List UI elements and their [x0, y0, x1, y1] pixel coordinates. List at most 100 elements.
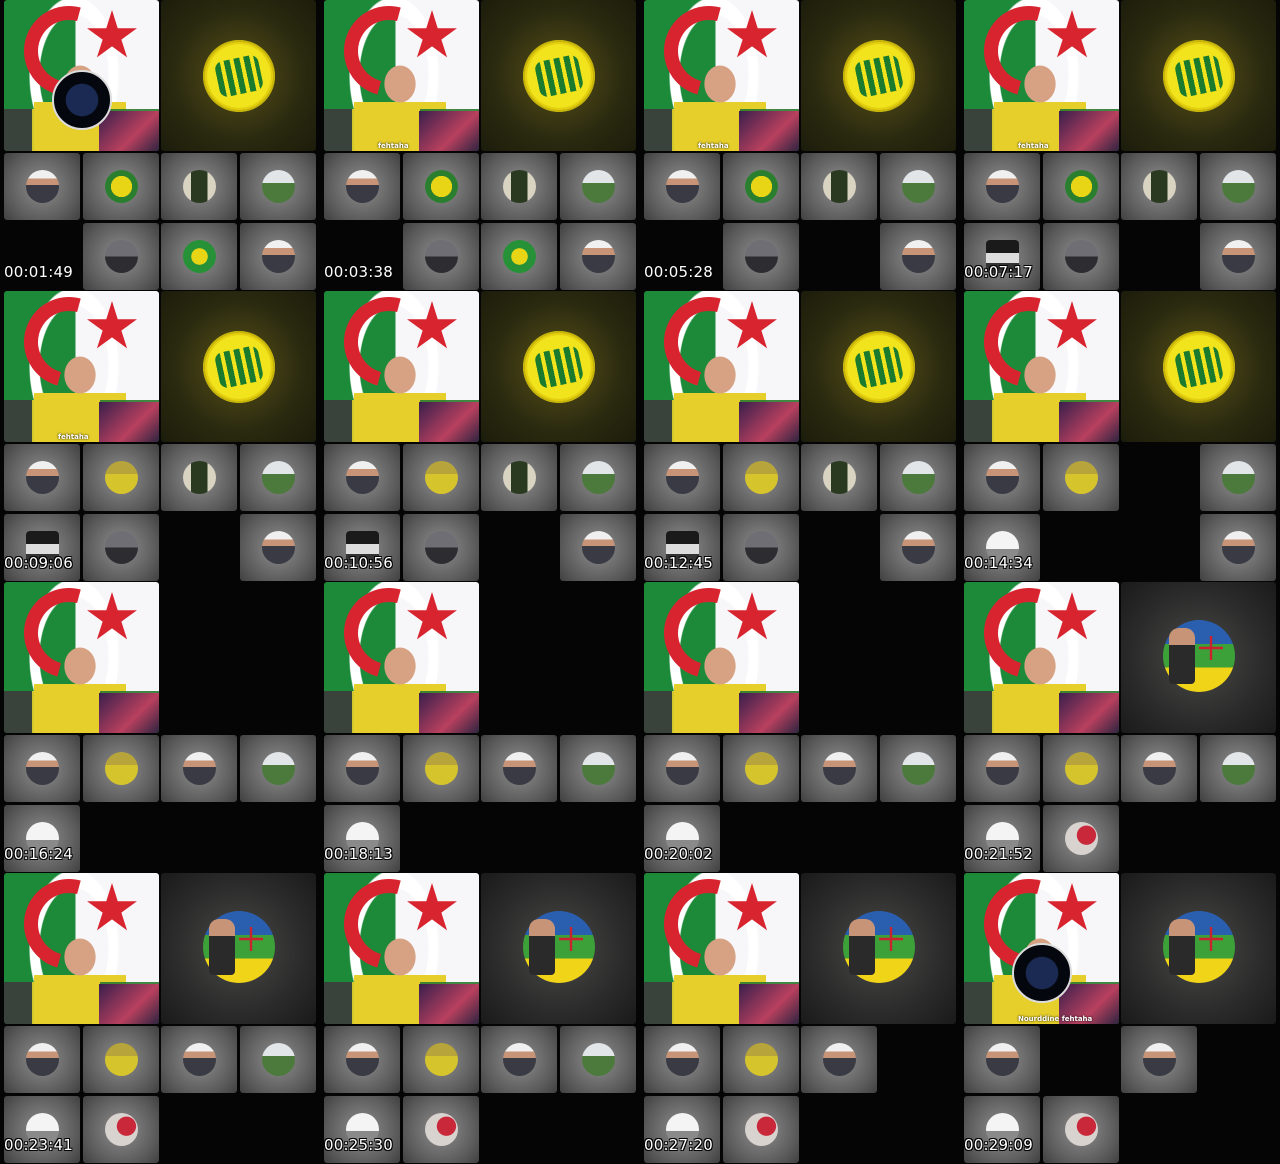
guest-main-tile[interactable]: [481, 873, 636, 1024]
guest-thumbnail[interactable]: [240, 514, 316, 581]
guest-thumbnail[interactable]: [161, 444, 237, 511]
guest-thumbnail[interactable]: [403, 514, 479, 581]
guest-thumbnail[interactable]: [801, 153, 877, 220]
guest-thumbnail[interactable]: [723, 1026, 799, 1093]
guest-thumbnail[interactable]: [481, 735, 557, 802]
guest-thumbnail[interactable]: [403, 444, 479, 511]
guest-thumbnail[interactable]: [723, 514, 799, 581]
guest-main-tile[interactable]: [161, 873, 316, 1024]
guest-main-tile[interactable]: [1121, 0, 1276, 151]
video-frame[interactable]: 00:25:30: [320, 873, 640, 1164]
guest-thumbnail[interactable]: [560, 1026, 636, 1093]
guest-thumbnail[interactable]: [403, 153, 479, 220]
guest-thumbnail[interactable]: [723, 153, 799, 220]
guest-main-tile[interactable]: [801, 291, 956, 442]
video-frame[interactable]: fehtaha 00:09:06: [0, 291, 320, 582]
guest-thumbnail[interactable]: [1121, 1026, 1197, 1093]
guest-main-tile[interactable]: [801, 0, 956, 151]
guest-thumbnail[interactable]: [801, 735, 877, 802]
video-frame[interactable]: fehtaha 00:07:17: [960, 0, 1280, 291]
video-frame[interactable]: 00:23:41: [0, 873, 320, 1164]
guest-thumbnail[interactable]: [481, 223, 557, 290]
guest-thumbnail[interactable]: [644, 444, 720, 511]
guest-thumbnail[interactable]: [723, 1096, 799, 1163]
guest-thumbnail[interactable]: [240, 444, 316, 511]
guest-thumbnail[interactable]: [964, 153, 1040, 220]
guest-thumbnail[interactable]: [964, 735, 1040, 802]
guest-thumbnail[interactable]: [1043, 735, 1119, 802]
guest-thumbnail[interactable]: [83, 1096, 159, 1163]
guest-thumbnail[interactable]: [723, 223, 799, 290]
guest-main-tile[interactable]: [481, 0, 636, 151]
video-frame[interactable]: 00:14:34: [960, 291, 1280, 582]
guest-thumbnail[interactable]: [723, 444, 799, 511]
guest-thumbnail[interactable]: [964, 444, 1040, 511]
guest-thumbnail[interactable]: [560, 223, 636, 290]
guest-thumbnail[interactable]: [403, 1096, 479, 1163]
guest-main-tile[interactable]: [161, 582, 316, 733]
guest-thumbnail[interactable]: [161, 1026, 237, 1093]
guest-main-tile[interactable]: [161, 291, 316, 442]
video-frame[interactable]: Nourddine fehtaha 00:29:09: [960, 873, 1280, 1164]
guest-thumbnail[interactable]: [880, 444, 956, 511]
guest-thumbnail[interactable]: [560, 514, 636, 581]
guest-thumbnail[interactable]: [403, 223, 479, 290]
video-frame[interactable]: 00:16:24: [0, 582, 320, 873]
guest-thumbnail[interactable]: [723, 735, 799, 802]
video-frame[interactable]: 00:12:45: [640, 291, 960, 582]
video-frame[interactable]: 00:01:49: [0, 0, 320, 291]
video-frame[interactable]: 00:20:02: [640, 582, 960, 873]
guest-thumbnail[interactable]: [1200, 223, 1276, 290]
guest-thumbnail[interactable]: [83, 444, 159, 511]
guest-thumbnail[interactable]: [4, 153, 80, 220]
guest-thumbnail[interactable]: [324, 1026, 400, 1093]
guest-thumbnail[interactable]: [1200, 153, 1276, 220]
guest-thumbnail[interactable]: [83, 514, 159, 581]
guest-thumbnail[interactable]: [1200, 444, 1276, 511]
guest-thumbnail[interactable]: [240, 223, 316, 290]
guest-thumbnail[interactable]: [644, 153, 720, 220]
guest-main-tile[interactable]: [801, 873, 956, 1024]
guest-thumbnail[interactable]: [880, 735, 956, 802]
guest-thumbnail[interactable]: [240, 153, 316, 220]
guest-thumbnail[interactable]: [880, 153, 956, 220]
guest-main-tile[interactable]: [1121, 582, 1276, 733]
guest-thumbnail[interactable]: [560, 153, 636, 220]
guest-thumbnail[interactable]: [240, 1026, 316, 1093]
guest-thumbnail[interactable]: [801, 1026, 877, 1093]
guest-thumbnail[interactable]: [644, 1026, 720, 1093]
guest-thumbnail[interactable]: [1121, 735, 1197, 802]
guest-thumbnail[interactable]: [880, 514, 956, 581]
guest-main-tile[interactable]: [1121, 291, 1276, 442]
guest-thumbnail[interactable]: [83, 153, 159, 220]
video-frame[interactable]: 00:10:56: [320, 291, 640, 582]
guest-thumbnail[interactable]: [4, 444, 80, 511]
guest-thumbnail[interactable]: [324, 735, 400, 802]
guest-main-tile[interactable]: [481, 582, 636, 733]
guest-thumbnail[interactable]: [161, 223, 237, 290]
guest-thumbnail[interactable]: [324, 153, 400, 220]
guest-thumbnail[interactable]: [1200, 735, 1276, 802]
guest-thumbnail[interactable]: [1121, 153, 1197, 220]
guest-thumbnail[interactable]: [964, 1026, 1040, 1093]
guest-thumbnail[interactable]: [481, 1026, 557, 1093]
guest-thumbnail[interactable]: [1043, 223, 1119, 290]
guest-thumbnail[interactable]: [240, 735, 316, 802]
guest-thumbnail[interactable]: [4, 1026, 80, 1093]
guest-thumbnail[interactable]: [1043, 153, 1119, 220]
guest-thumbnail[interactable]: [560, 735, 636, 802]
guest-thumbnail[interactable]: [560, 444, 636, 511]
guest-thumbnail[interactable]: [403, 735, 479, 802]
guest-main-tile[interactable]: [481, 291, 636, 442]
video-frame[interactable]: 00:21:52: [960, 582, 1280, 873]
guest-thumbnail[interactable]: [801, 444, 877, 511]
guest-thumbnail[interactable]: [4, 735, 80, 802]
guest-thumbnail[interactable]: [403, 1026, 479, 1093]
guest-thumbnail[interactable]: [1043, 444, 1119, 511]
guest-thumbnail[interactable]: [481, 153, 557, 220]
guest-thumbnail[interactable]: [161, 735, 237, 802]
guest-thumbnail[interactable]: [644, 735, 720, 802]
guest-thumbnail[interactable]: [1043, 1096, 1119, 1163]
guest-main-tile[interactable]: [801, 582, 956, 733]
guest-main-tile[interactable]: [161, 0, 316, 151]
